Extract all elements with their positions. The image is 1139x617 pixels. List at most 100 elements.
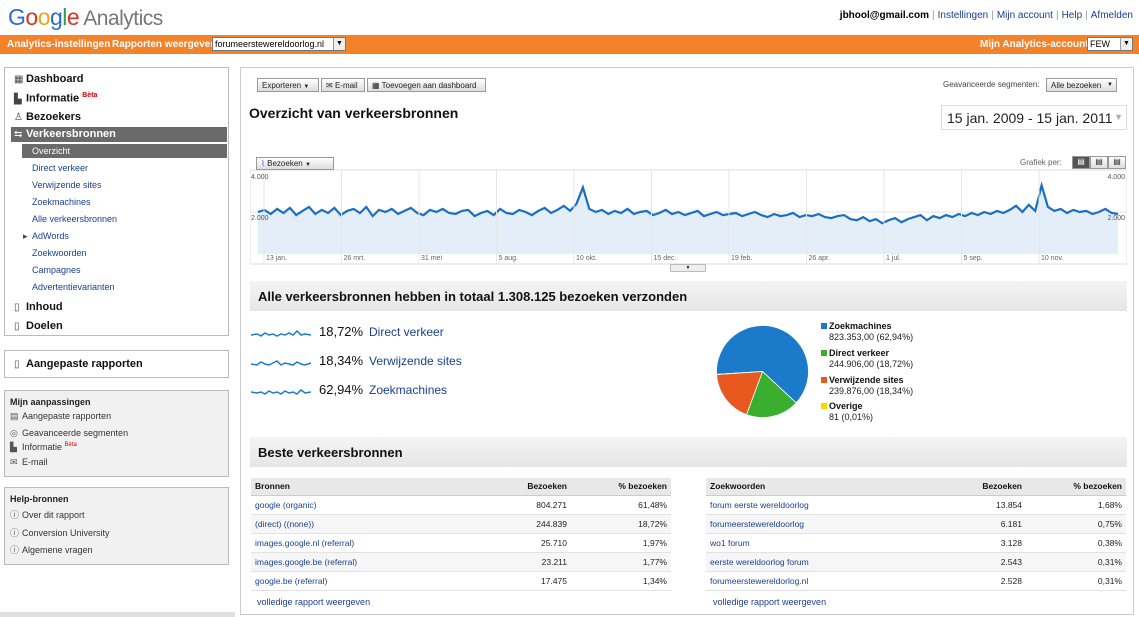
graph-week-button[interactable]: ▤ bbox=[1090, 156, 1108, 169]
direct-pct: 18,72% bbox=[319, 324, 364, 339]
chevron-down-icon: ▼ bbox=[333, 38, 345, 50]
graph-day-button[interactable]: ▤ bbox=[1072, 156, 1090, 169]
table-cell-link[interactable]: eerste wereldoorlog forum bbox=[706, 552, 926, 572]
metric-selector[interactable]: ⌇ Bezoeken ▼ bbox=[256, 157, 334, 170]
table-cell-link[interactable]: google (organic) bbox=[251, 495, 471, 515]
y-tick-mid: 2.000 bbox=[251, 215, 269, 222]
person-icon: ♙ bbox=[14, 112, 23, 123]
legend-swatch bbox=[821, 323, 827, 329]
help-conversion-university[interactable]: ⓘ Conversion University bbox=[10, 526, 110, 539]
x-tick-label: 26 apr. bbox=[809, 255, 830, 262]
source-row-search: 62,94% Zoekmachines bbox=[250, 382, 447, 400]
page-title: Overzicht van verkeersbronnen bbox=[249, 105, 459, 121]
sidebar-sub-ad-versions[interactable]: Advertentievarianten bbox=[32, 282, 115, 292]
traffic-icon: ⇆ bbox=[14, 129, 23, 140]
sidebar-sub-all[interactable]: Alle verkeersbronnen bbox=[32, 214, 117, 224]
export-button[interactable]: Exporteren ▼ bbox=[257, 78, 319, 92]
col-keywords[interactable]: Zoekwoorden bbox=[706, 478, 926, 496]
sidebar-sub-overzicht[interactable]: Overzicht bbox=[32, 146, 70, 156]
email-icon: ✉ bbox=[326, 81, 333, 90]
email-button[interactable]: ✉ E-mail bbox=[321, 78, 365, 92]
sidebar-item-dashboard[interactable]: ▦ Dashboard bbox=[14, 73, 83, 85]
table-row: (direct) ((none)) 244.839 18,72% bbox=[251, 514, 671, 534]
adj-custom-reports[interactable]: ▤ Aangepaste rapporten bbox=[10, 411, 111, 422]
help-link[interactable]: Help bbox=[1062, 10, 1083, 21]
table-cell-link[interactable]: google.be (referral) bbox=[251, 571, 471, 591]
page-icon: ▯ bbox=[14, 302, 20, 313]
table-cell: 804.271 bbox=[471, 495, 571, 515]
table-cell: 17.475 bbox=[471, 571, 571, 591]
adj-advanced-segments[interactable]: ◎ Geavanceerde segmenten bbox=[10, 428, 128, 439]
table-cell: 13.854 bbox=[926, 495, 1026, 515]
sidebar-sub-referring[interactable]: Verwijzende sites bbox=[32, 180, 102, 190]
sidebar-sub-keywords[interactable]: Zoekwoorden bbox=[32, 248, 87, 258]
table-cell: 25.710 bbox=[471, 533, 571, 553]
best-sources-heading: Beste verkeersbronnen bbox=[258, 445, 403, 460]
col-visits[interactable]: Bezoeken bbox=[471, 478, 571, 496]
table-cell-link[interactable]: forum eerste wereldoorlog bbox=[706, 495, 926, 515]
sidebar-item-verkeersbronnen[interactable]: ⇆ Verkeersbronnen bbox=[14, 128, 116, 140]
col-visits-pct[interactable]: % bezoeken bbox=[1026, 478, 1126, 496]
col-visits-pct[interactable]: % bezoeken bbox=[571, 478, 671, 496]
sidebar-item-bezoekers[interactable]: ♙ Bezoekers bbox=[14, 111, 81, 123]
custom-reports-panel[interactable]: ▯ Aangepaste rapporten bbox=[4, 350, 229, 378]
custom-reports-link[interactable]: ▯ Aangepaste rapporten bbox=[14, 358, 143, 370]
col-visits[interactable]: Bezoeken bbox=[926, 478, 1026, 496]
help-about-report[interactable]: ⓘ Over dit rapport bbox=[10, 508, 85, 521]
sidebar-sub-search[interactable]: Zoekmachines bbox=[32, 197, 91, 207]
google-analytics-logo[interactable]: Google Analytics bbox=[8, 4, 163, 31]
sparkline-referring bbox=[250, 360, 312, 366]
my-account-link[interactable]: Mijn account bbox=[997, 10, 1053, 21]
grid-icon: ▦ bbox=[14, 74, 24, 85]
table-row: google (organic) 804.271 61,48% bbox=[251, 495, 671, 515]
legend-swatch bbox=[821, 403, 827, 409]
my-adjustments-panel: Mijn aanpassingen ▤ Aangepaste rapporten … bbox=[4, 390, 229, 477]
my-adjustments-title: Mijn aanpassingen bbox=[10, 397, 91, 407]
bar-chart-icon: ▙ bbox=[14, 93, 22, 105]
sidebar-sub-adwords[interactable]: ▸ AdWords bbox=[23, 231, 69, 241]
table-cell-link[interactable]: images.google.nl (referral) bbox=[251, 533, 471, 553]
table-cell-link[interactable]: forumeerstewereldorlog.nl bbox=[706, 571, 926, 591]
table-row: forumeerstewereldoorlog 6.181 0,75% bbox=[706, 514, 1126, 534]
table-row: eerste wereldoorlog forum 2.543 0,31% bbox=[706, 552, 1126, 572]
adj-informatie[interactable]: ▙ Informatie Bèta bbox=[10, 442, 77, 453]
accounts-label: Mijn Analytics-accounts: bbox=[980, 39, 1098, 50]
main-content: Exporteren ▼ ✉ E-mail ▦ Toevoegen aan da… bbox=[240, 67, 1134, 615]
x-tick-label: 15 dec. bbox=[654, 255, 677, 262]
settings-link[interactable]: Instellingen bbox=[938, 10, 989, 21]
visits-chart-svg: 13 jan. 26 mrt. 31 mei 5 aug. 10 okt. 15 dec.… bbox=[249, 169, 1128, 265]
sidebar-item-informatie[interactable]: ▙ Informatie Bèta bbox=[14, 92, 97, 105]
analytics-settings-link[interactable]: Analytics-instellingen bbox=[7, 39, 110, 50]
accounts-select[interactable]: FEW ▼ bbox=[1087, 37, 1133, 51]
date-range-picker[interactable]: 15 jan. 2009 - 15 jan. 2011 ▼ bbox=[941, 105, 1127, 130]
sidebar-item-inhoud[interactable]: ▯ Inhoud bbox=[14, 301, 63, 313]
graph-month-button[interactable]: ▤ bbox=[1108, 156, 1126, 169]
sidebar-sub-direct[interactable]: Direct verkeer bbox=[32, 163, 88, 173]
segments-select[interactable]: Alle bezoeken ▼ bbox=[1046, 78, 1117, 92]
help-icon: ⓘ bbox=[10, 510, 20, 520]
adj-email[interactable]: ✉ E-mail bbox=[10, 457, 48, 468]
table-cell-link[interactable]: forumeerstewereldoorlog bbox=[706, 514, 926, 534]
help-faq[interactable]: ⓘ Algemene vragen bbox=[10, 543, 93, 556]
signout-link[interactable]: Afmelden bbox=[1091, 10, 1133, 21]
profile-select[interactable]: forumeerstewereldoorlog.nl ▼ bbox=[212, 37, 346, 51]
col-sources[interactable]: Bronnen bbox=[251, 478, 471, 496]
referring-link[interactable]: Verwijzende sites bbox=[369, 354, 462, 368]
direct-link[interactable]: Direct verkeer bbox=[369, 325, 444, 339]
traffic-pie-chart bbox=[716, 325, 809, 418]
sidebar-item-doelen[interactable]: ▯ Doelen bbox=[14, 320, 63, 332]
table-cell-link[interactable]: images.google.be (referral) bbox=[251, 552, 471, 572]
chevron-down-icon: ▼ bbox=[1120, 38, 1132, 50]
search-link[interactable]: Zoekmachines bbox=[369, 383, 447, 397]
table-cell-link[interactable]: wo1 forum bbox=[706, 533, 926, 553]
source-row-referring: 18,34% Verwijzende sites bbox=[250, 353, 462, 371]
x-tick-label: 1 jul. bbox=[886, 255, 901, 262]
table-cell-link[interactable]: (direct) ((none)) bbox=[251, 514, 471, 534]
sidebar-sub-campaigns[interactable]: Campagnes bbox=[32, 265, 81, 275]
x-tick-label: 10 nov. bbox=[1041, 255, 1063, 262]
add-to-dashboard-button[interactable]: ▦ Toevoegen aan dashboard bbox=[367, 78, 486, 92]
full-report-sources-link[interactable]: volledige rapport weergeven bbox=[257, 597, 370, 607]
chart-collapse-handle[interactable]: ▼ bbox=[670, 264, 706, 272]
sidebar-nav: ▦ Dashboard ▙ Informatie Bèta ♙ Bezoekers ⇆… bbox=[4, 67, 229, 336]
full-report-keywords-link[interactable]: volledige rapport weergeven bbox=[713, 597, 826, 607]
